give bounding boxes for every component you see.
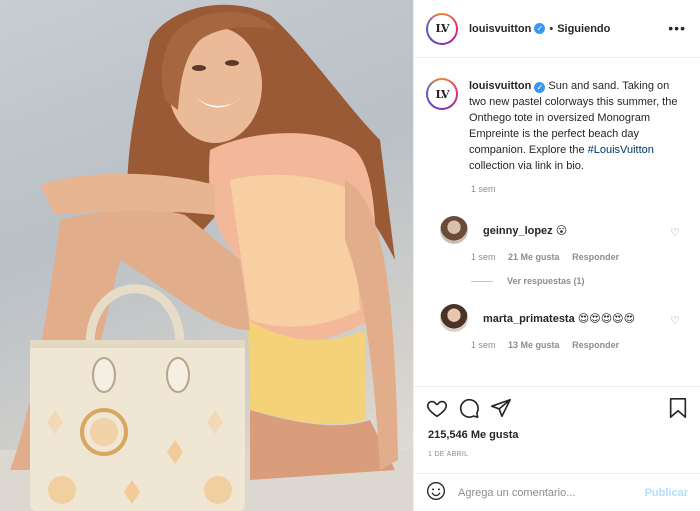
caption-body-end: collection via link in bio. <box>469 160 584 172</box>
post-comment-button[interactable]: Publicar <box>645 487 688 499</box>
header-username[interactable]: louisvuitton <box>469 23 531 35</box>
emoji-icon[interactable] <box>426 481 446 504</box>
hashtag-link[interactable]: #LouisVuitton <box>588 144 654 156</box>
comment-meta: 1 sem 13 Me gusta Responder <box>471 340 700 350</box>
actions-section: 215,546 Me gusta 1 DE ABRIL <box>414 386 700 458</box>
save-bookmark-icon[interactable] <box>668 397 688 419</box>
comment-username[interactable]: geinny_lopez <box>483 225 553 237</box>
like-comment-heart-icon[interactable]: ♡ <box>670 314 680 327</box>
following-button[interactable]: Siguiendo <box>557 23 610 35</box>
comment-item: geinny_lopez 😮 ♡ 1 sem 21 Me gusta Respo… <box>414 216 700 286</box>
photo-illustration <box>0 4 413 511</box>
likes-count[interactable]: 215,546 Me gusta <box>414 419 700 441</box>
caption-text: louisvuitton ✓ Sun and sand. Taking on tw… <box>469 78 679 174</box>
instagram-post: LV louisvuitton ✓ • Siguiendo ••• LV lou… <box>0 0 700 511</box>
share-paper-plane-icon[interactable] <box>490 397 512 419</box>
verified-badge-icon: ✓ <box>534 82 546 93</box>
comment-text: marta_primatesta 😍😍😍😍😍 <box>483 312 635 325</box>
comment-time[interactable]: 1 sem <box>471 252 496 262</box>
verified-badge-icon: ✓ <box>534 23 546 34</box>
comment-content: 😍😍😍😍😍 <box>577 312 636 325</box>
post-caption: LV louisvuitton ✓ Sun and sand. Taking on… <box>414 58 700 174</box>
comment-likes[interactable]: 21 Me gusta <box>508 252 560 262</box>
lv-logo: LV <box>428 80 456 108</box>
commenter-avatar[interactable] <box>440 216 468 244</box>
caption-username[interactable]: louisvuitton <box>469 80 531 92</box>
comment-text: geinny_lopez 😮 <box>483 224 567 237</box>
comment-meta: 1 sem 21 Me gusta Responder <box>471 252 700 262</box>
profile-avatar[interactable]: LV <box>426 12 458 45</box>
divider-line <box>471 280 493 282</box>
like-comment-heart-icon[interactable]: ♡ <box>670 226 680 239</box>
caption-avatar[interactable]: LV <box>426 78 458 110</box>
comment-time[interactable]: 1 sem <box>471 340 496 350</box>
comment-item: marta_primatesta 😍😍😍😍😍 ♡ 1 sem 13 Me gus… <box>414 304 700 350</box>
more-options-icon[interactable]: ••• <box>668 20 686 36</box>
post-photo[interactable] <box>0 0 413 511</box>
post-date[interactable]: 1 DE ABRIL <box>414 441 700 458</box>
post-side-panel: LV louisvuitton ✓ • Siguiendo ••• LV lou… <box>413 0 700 511</box>
caption-timestamp[interactable]: 1 sem <box>471 184 700 194</box>
view-replies-label: Ver respuestas (1) <box>507 276 585 286</box>
comment-input[interactable] <box>458 486 645 499</box>
comment-username[interactable]: marta_primatesta <box>483 313 575 325</box>
add-comment-bar: Publicar <box>414 473 700 511</box>
comment-bubble-icon[interactable] <box>458 397 480 419</box>
post-header: LV louisvuitton ✓ • Siguiendo ••• <box>414 0 700 58</box>
reply-button[interactable]: Responder <box>572 252 619 262</box>
action-icons <box>414 387 700 419</box>
comment-content: 😮 <box>555 224 568 237</box>
view-replies[interactable]: Ver respuestas (1) <box>471 276 700 286</box>
like-heart-icon[interactable] <box>426 397 448 419</box>
commenter-avatar[interactable] <box>440 304 468 332</box>
comment-likes[interactable]: 13 Me gusta <box>508 340 560 350</box>
lv-logo: LV <box>428 14 456 43</box>
reply-button[interactable]: Responder <box>572 340 619 350</box>
separator-dot: • <box>549 22 554 35</box>
